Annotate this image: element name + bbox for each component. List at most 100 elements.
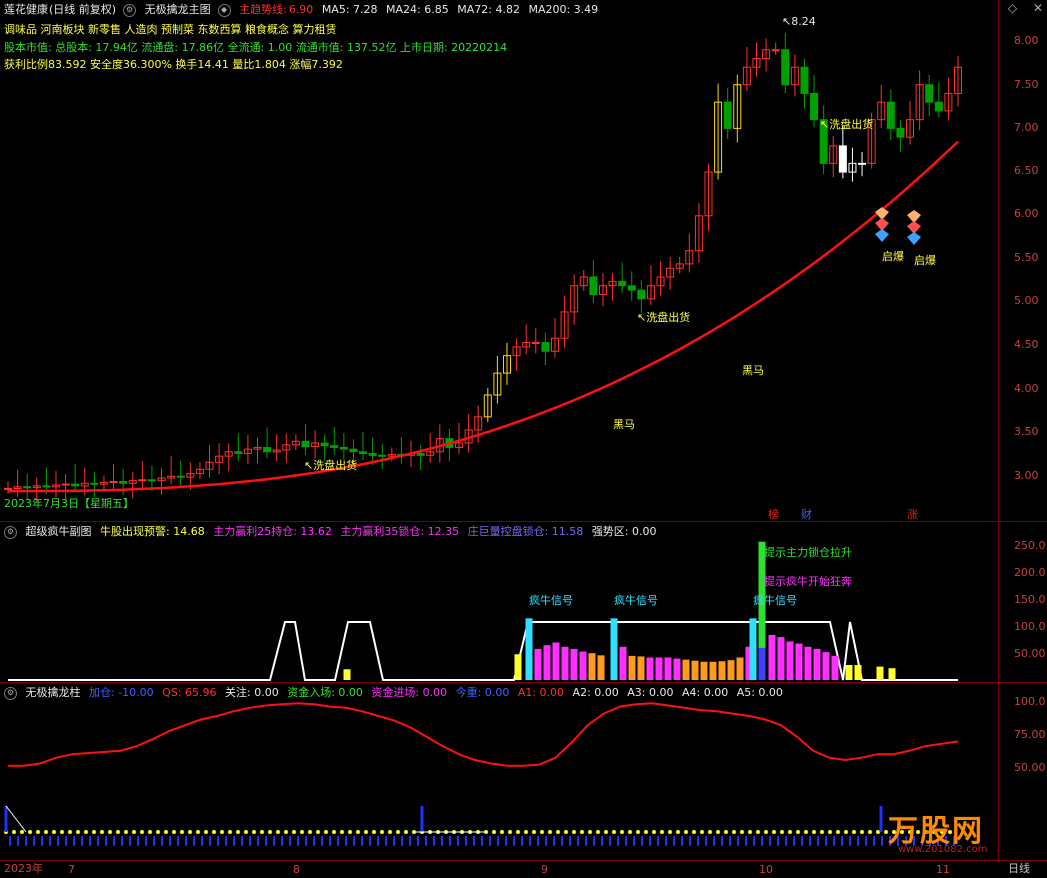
candle-body xyxy=(4,487,12,490)
baseline-dot xyxy=(516,830,520,834)
x-month-9: 9 xyxy=(541,863,548,876)
settings-icon[interactable]: ⚙ xyxy=(4,525,17,539)
baseline-dot xyxy=(820,830,824,834)
sub-bar xyxy=(813,648,821,680)
sub-bar xyxy=(700,661,708,680)
baseline-dot xyxy=(20,830,24,834)
candle-body xyxy=(263,446,272,453)
x-month-8: 8 xyxy=(293,863,300,876)
baseline-dot xyxy=(524,830,528,834)
sub-tick: 50.00 xyxy=(1014,647,1046,660)
a3-value: A3: 0.00 xyxy=(627,686,674,699)
baseline-dot xyxy=(564,830,568,834)
candle-body xyxy=(359,451,368,455)
baseline-dot xyxy=(796,830,800,834)
ignite-label-2: 启爆 xyxy=(914,254,936,267)
sub-bar xyxy=(854,664,862,680)
baseline-dot xyxy=(236,830,240,834)
baseline-dot xyxy=(156,830,160,834)
baseline-dot xyxy=(204,830,208,834)
bottom-indicator-name[interactable]: 无极擒龙柱 xyxy=(26,686,81,699)
baseline-dot xyxy=(668,830,672,834)
strong-value: 强势区: 0.00 xyxy=(591,525,657,538)
baseline-dot xyxy=(636,830,640,834)
bottom-header: ⚙ 无极擒龙柱 加仓: -10.00 QS: 65.96 关注: 0.00 资金… xyxy=(4,684,788,700)
wash-text-2: 洗盘出货 xyxy=(646,311,691,324)
diamond-icon[interactable]: ◇ xyxy=(1008,1,1017,15)
baseline-dot xyxy=(316,830,320,834)
tag-cai[interactable]: 财 xyxy=(801,506,812,522)
profit25-value: 主力赢利25持仓: 13.62 xyxy=(213,525,332,538)
wash-annotation-1: ↖洗盘出货 xyxy=(304,459,358,472)
control-value: 庄巨量控盘锁仓: 11.58 xyxy=(467,525,584,538)
baseline-dot xyxy=(604,830,608,834)
sub-bar xyxy=(525,618,533,680)
date-label: 2023年7月3日【星期五】 xyxy=(4,497,134,510)
bull-signal-2: 疯牛信号 xyxy=(614,594,658,607)
a1-value: A1: 0.00 xyxy=(517,686,565,699)
baseline-dot xyxy=(300,830,304,834)
sub-bar xyxy=(786,641,794,680)
baseline-dot xyxy=(828,830,832,834)
sub-bar xyxy=(561,646,569,680)
baseline-dot xyxy=(212,830,216,834)
baseline-dot xyxy=(788,830,792,834)
sub-tick: 250.0 xyxy=(1014,539,1046,552)
bull-signal-1: 疯牛信号 xyxy=(529,594,573,607)
baseline-dot xyxy=(92,830,96,834)
baseline-dot xyxy=(572,830,576,834)
baseline-dot xyxy=(44,830,48,834)
baseline-dot xyxy=(52,830,56,834)
baseline-dot xyxy=(652,830,656,834)
window-controls: ◇ ✕ xyxy=(996,1,1043,15)
sub-bar xyxy=(727,660,735,680)
baseline-dot xyxy=(276,830,280,834)
chart-canvas[interactable] xyxy=(0,0,1047,878)
baseline-dot xyxy=(660,830,664,834)
candle-body xyxy=(147,479,156,482)
candle-body xyxy=(589,276,598,295)
lock-icon[interactable]: ◆ xyxy=(217,3,231,17)
add-value: 加仓: -10.00 xyxy=(89,686,154,699)
run-hint: 提示疯牛开始狂奔 xyxy=(764,575,852,588)
baseline-dot xyxy=(620,830,624,834)
inflow-value: 资金进场: 0.00 xyxy=(371,686,448,699)
sub-indicator-name[interactable]: 超级疯牛副图 xyxy=(26,525,92,538)
sub-bar xyxy=(777,637,785,680)
price-tick: 4.50 xyxy=(1014,338,1039,351)
white-line xyxy=(5,805,27,833)
settings-icon[interactable]: ⚙ xyxy=(123,3,137,17)
baseline-dot xyxy=(732,830,736,834)
stock-name[interactable]: 莲花健康 xyxy=(4,3,48,16)
candle-body xyxy=(368,453,377,456)
info-line: 股本市值: 总股本: 17.94亿 流通盘: 17.86亿 全流通: 1.00 … xyxy=(4,41,508,54)
focus-value: 关注: 0.00 xyxy=(225,686,279,699)
candle-body xyxy=(858,162,867,165)
tag-zhang[interactable]: 涨 xyxy=(907,506,918,522)
period-label: (日线 前复权) xyxy=(49,3,117,16)
baseline-dot xyxy=(404,830,408,834)
baseline-dot xyxy=(804,830,808,834)
a4-value: A4: 0.00 xyxy=(681,686,729,699)
sub-bar xyxy=(673,658,681,680)
indicator-name[interactable]: 无极擒龙主图 xyxy=(145,3,211,16)
period-tab-daily[interactable]: 日线 xyxy=(1008,860,1030,876)
settings-icon[interactable]: ⚙ xyxy=(4,686,17,700)
candle-body xyxy=(90,482,99,485)
sub-bar xyxy=(822,652,830,680)
candle-body xyxy=(23,486,32,489)
baseline-dot xyxy=(772,830,776,834)
baseline-dot xyxy=(380,830,384,834)
baseline-dot xyxy=(252,830,256,834)
baseline-dot xyxy=(748,830,752,834)
tag-bang[interactable]: 榜 xyxy=(768,506,779,522)
sub-bar xyxy=(588,653,596,680)
close-icon[interactable]: ✕ xyxy=(1033,1,1043,15)
sub-bar xyxy=(804,646,812,680)
baseline-dot xyxy=(228,830,232,834)
x-year-label: 2023年 xyxy=(4,862,43,875)
candle-body xyxy=(627,285,636,291)
baseline-dot xyxy=(68,830,72,834)
diamond-icon xyxy=(907,232,921,245)
sub-bar xyxy=(343,669,351,680)
